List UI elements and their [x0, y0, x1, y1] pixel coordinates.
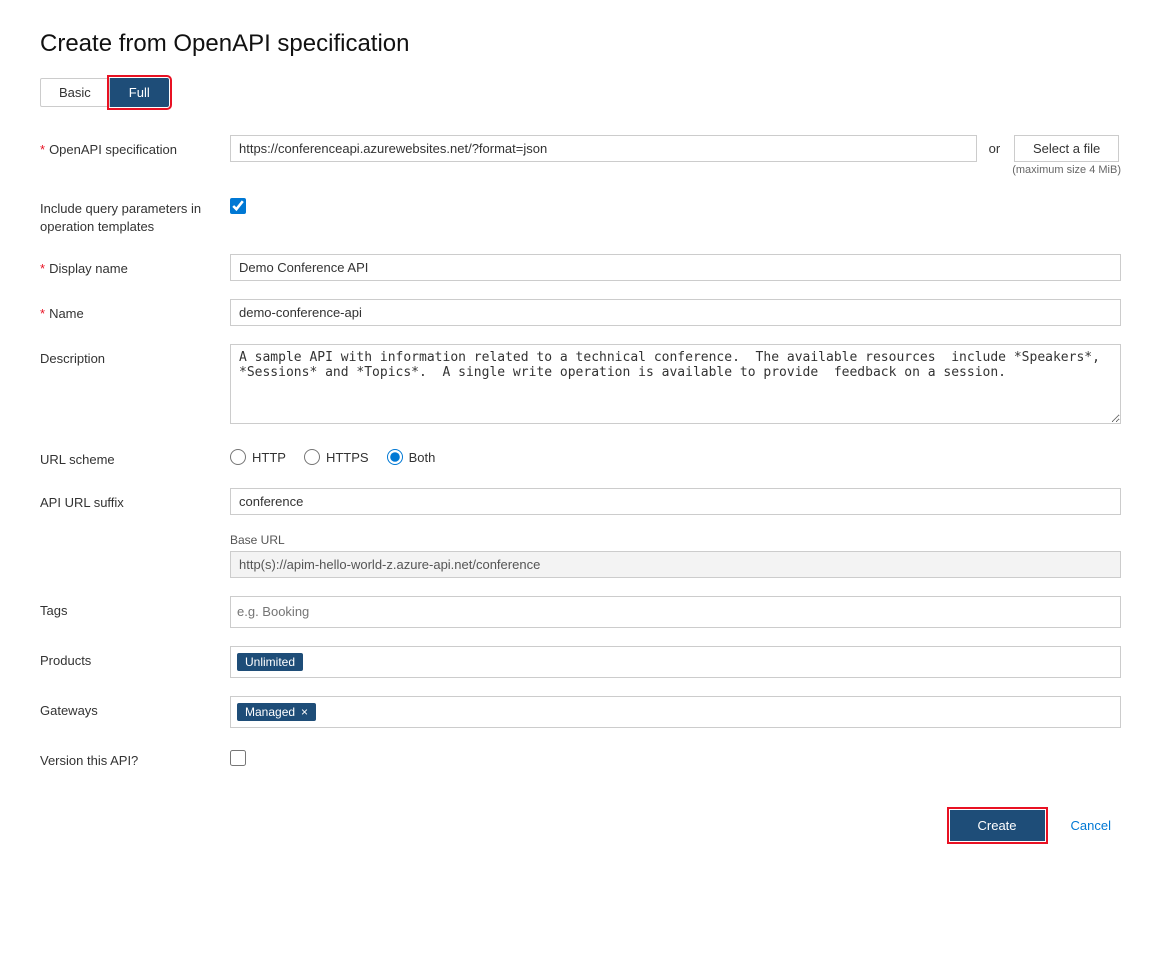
- url-scheme-radio-group: HTTP HTTPS Both: [230, 445, 1121, 465]
- include-query-row: Include query parameters in operation te…: [40, 194, 1121, 236]
- form: *OpenAPI specification or Select a file …: [40, 135, 1121, 770]
- tags-input-wrap[interactable]: [230, 596, 1121, 628]
- gateways-row: Gateways Managed ×: [40, 696, 1121, 728]
- include-query-label: Include query parameters in operation te…: [40, 194, 210, 236]
- name-label: *Name: [40, 299, 210, 323]
- description-textarea[interactable]: [230, 344, 1121, 424]
- version-api-row: Version this API?: [40, 746, 1121, 770]
- products-input-wrap[interactable]: Unlimited: [230, 646, 1121, 678]
- cancel-button[interactable]: Cancel: [1061, 810, 1121, 841]
- tab-bar: Basic Full: [40, 78, 1121, 107]
- api-url-suffix-label: API URL suffix: [40, 488, 210, 512]
- gateways-chip-managed-remove[interactable]: ×: [301, 705, 308, 719]
- gateways-input[interactable]: [324, 704, 1114, 719]
- tab-full[interactable]: Full: [110, 78, 169, 107]
- url-scheme-both-radio[interactable]: [387, 449, 403, 465]
- name-row: *Name: [40, 299, 1121, 326]
- include-query-checkbox[interactable]: [230, 198, 246, 214]
- products-row: Products Unlimited: [40, 646, 1121, 678]
- tags-row: Tags: [40, 596, 1121, 628]
- products-label: Products: [40, 646, 210, 670]
- display-name-row: *Display name: [40, 254, 1121, 281]
- openapi-spec-row: *OpenAPI specification or Select a file …: [40, 135, 1121, 176]
- products-input[interactable]: [311, 654, 1114, 669]
- openapi-spec-input[interactable]: [230, 135, 977, 162]
- url-scheme-https-label: HTTPS: [326, 450, 369, 465]
- display-name-label: *Display name: [40, 254, 210, 278]
- base-url-spacer: [40, 533, 210, 539]
- url-scheme-http-option[interactable]: HTTP: [230, 449, 286, 465]
- version-api-checkbox[interactable]: [230, 750, 246, 766]
- url-scheme-https-option[interactable]: HTTPS: [304, 449, 369, 465]
- or-text: or: [989, 135, 1001, 156]
- api-url-suffix-row: API URL suffix: [40, 488, 1121, 515]
- page-title: Create from OpenAPI specification: [40, 30, 1121, 58]
- url-scheme-https-radio[interactable]: [304, 449, 320, 465]
- required-star: *: [40, 142, 45, 157]
- description-row: Description: [40, 344, 1121, 427]
- create-button[interactable]: Create: [950, 810, 1045, 841]
- name-input[interactable]: [230, 299, 1121, 326]
- api-url-suffix-input[interactable]: [230, 488, 1121, 515]
- version-api-label: Version this API?: [40, 746, 210, 770]
- openapi-spec-label: *OpenAPI specification: [40, 135, 210, 159]
- gateways-chip-managed: Managed ×: [237, 703, 316, 721]
- base-url-row: Base URL: [40, 533, 1121, 578]
- gateways-input-wrap[interactable]: Managed ×: [230, 696, 1121, 728]
- description-label: Description: [40, 344, 210, 368]
- display-name-input[interactable]: [230, 254, 1121, 281]
- file-size-note: (maximum size 4 MiB): [1012, 164, 1121, 176]
- tab-basic[interactable]: Basic: [40, 78, 110, 107]
- url-scheme-both-option[interactable]: Both: [387, 449, 436, 465]
- select-file-button[interactable]: Select a file: [1014, 135, 1119, 162]
- url-scheme-row: URL scheme HTTP HTTPS Both: [40, 445, 1121, 469]
- url-scheme-http-label: HTTP: [252, 450, 286, 465]
- base-url-input: [230, 551, 1121, 578]
- tags-input[interactable]: [237, 604, 1114, 619]
- url-scheme-label: URL scheme: [40, 445, 210, 469]
- url-scheme-both-label: Both: [409, 450, 436, 465]
- products-chip-unlimited: Unlimited: [237, 653, 303, 671]
- gateways-label: Gateways: [40, 696, 210, 720]
- url-scheme-http-radio[interactable]: [230, 449, 246, 465]
- base-url-label: Base URL: [230, 533, 1121, 547]
- tags-label: Tags: [40, 596, 210, 620]
- footer-buttons: Create Cancel: [40, 810, 1121, 841]
